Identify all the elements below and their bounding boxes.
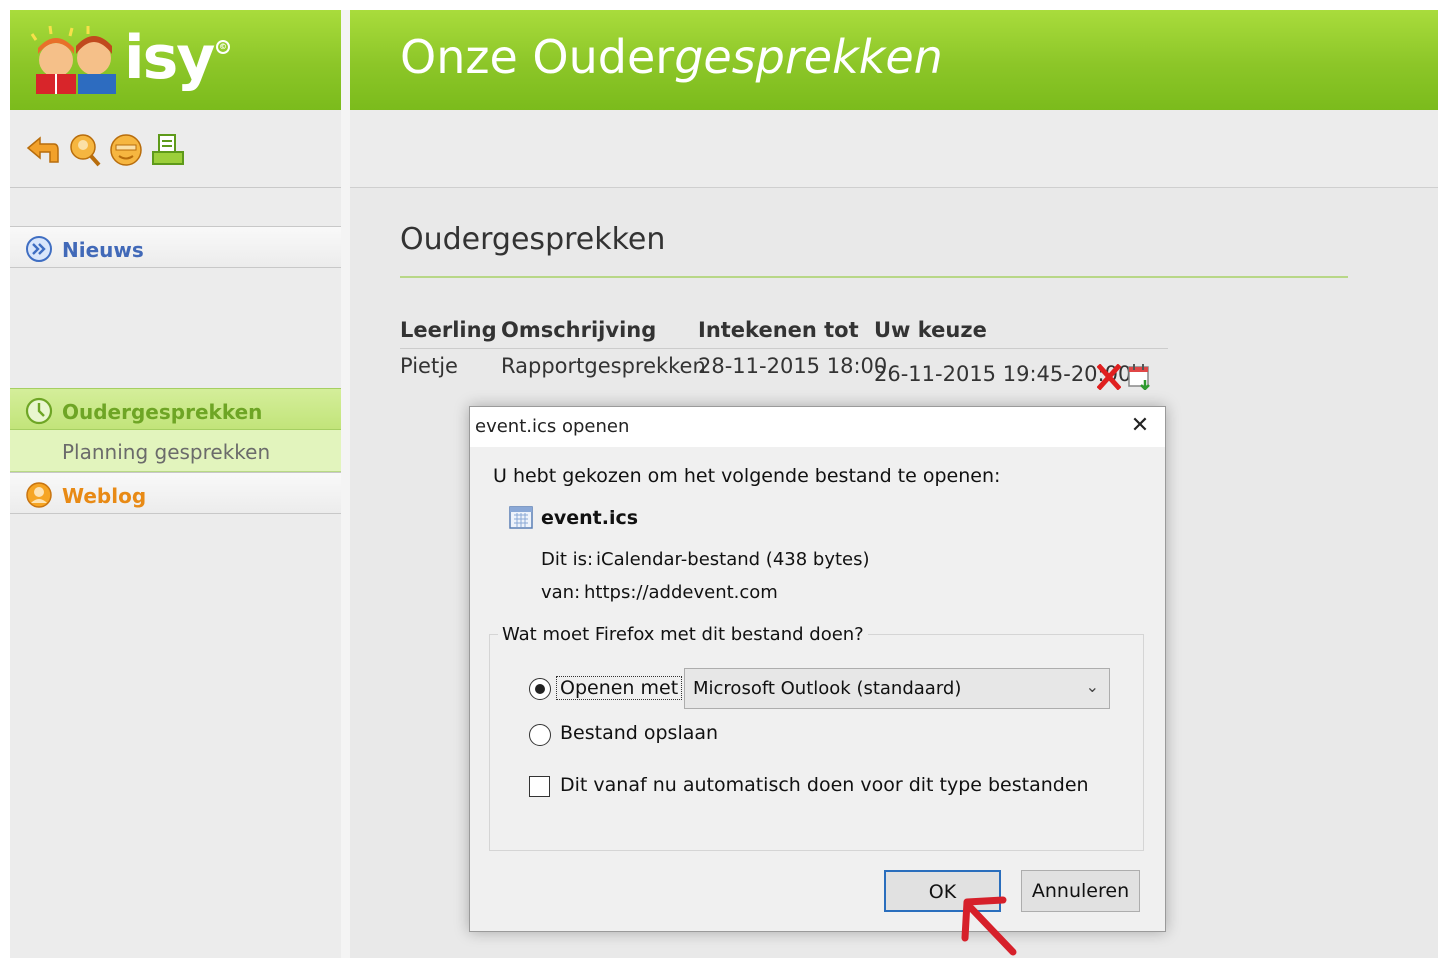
sidebar-item-label: Weblog (62, 484, 147, 508)
cancel-button[interactable]: Annuleren (1021, 870, 1140, 912)
annotation-arrow-icon (961, 896, 1017, 956)
column-divider (341, 10, 350, 958)
page-title-italic: gesprekken (674, 30, 943, 84)
table-header-divider (400, 348, 1168, 349)
close-icon[interactable]: ✕ (1127, 413, 1153, 439)
file-source-label: van: (541, 582, 581, 603)
dialog-intro: U hebt gekozen om het volgende bestand t… (493, 465, 1001, 487)
smiley-icon[interactable] (108, 132, 144, 168)
sidebar: isy © Nieuws Oudergesprekken Planning ge… (10, 10, 341, 958)
action-question: Wat moet Firefox met dit bestand doen? (498, 624, 868, 645)
dialog-titlebar: event.ics openen ✕ (470, 407, 1165, 447)
header-subbar (350, 110, 1438, 188)
column-header-omschrijving: Omschrijving (501, 318, 657, 342)
search-person-icon[interactable] (66, 132, 102, 168)
sidebar-item-label: Nieuws (62, 238, 144, 262)
section-divider (400, 276, 1348, 278)
save-file-radio[interactable] (529, 724, 551, 746)
open-with-radio[interactable] (529, 678, 551, 700)
application-select-value: Microsoft Outlook (standaard) (693, 678, 962, 699)
sidebar-subitem-label: Planning gesprekken (62, 440, 271, 464)
column-header-intekenen-tot: Intekenen tot (698, 318, 859, 342)
sidebar-toolbar (10, 110, 341, 188)
page-title: Onze Oudergesprekken (400, 30, 943, 84)
calendar-add-icon[interactable] (1127, 362, 1153, 390)
person-icon (26, 482, 52, 508)
sidebar-subitem-planning[interactable]: Planning gesprekken (10, 430, 341, 472)
file-source-value: https://addevent.com (584, 582, 778, 603)
copyright-mark: © (216, 40, 230, 54)
file-name: event.ics (541, 507, 639, 529)
calendar-file-icon (509, 506, 533, 529)
news-arrow-icon (26, 236, 52, 262)
page-title-plain: Onze Ouder (400, 30, 675, 84)
sidebar-item-label: Oudergesprekken (62, 400, 263, 424)
column-header-uw-keuze: Uw keuze (874, 318, 987, 342)
clock-icon (25, 397, 53, 425)
delete-icon[interactable] (1097, 364, 1121, 390)
back-arrow-icon[interactable] (24, 132, 60, 168)
auto-checkbox-label[interactable]: Dit vanaf nu automatisch doen voor dit t… (560, 774, 1089, 796)
chevron-down-icon: ⌄ (1085, 677, 1099, 696)
sidebar-item-weblog[interactable]: Weblog (10, 472, 341, 514)
sidebar-item-nieuws[interactable]: Nieuws (10, 226, 341, 268)
file-type-label: Dit is: (541, 549, 594, 570)
logo-bar: isy © (10, 10, 341, 110)
sidebar-item-oudergesprekken[interactable]: Oudergesprekken (10, 388, 341, 430)
application-select[interactable]: Microsoft Outlook (standaard) ⌄ (684, 668, 1110, 709)
section-title: Oudergesprekken (400, 222, 666, 257)
file-type-value: iCalendar-bestand (438 bytes) (596, 549, 870, 570)
cell-omschrijving: Rapportgesprekken (501, 354, 706, 378)
auto-checkbox[interactable] (529, 776, 550, 797)
print-icon[interactable] (150, 132, 186, 168)
open-with-label[interactable]: Openen met (556, 676, 683, 700)
column-header-leerling: Leerling (400, 318, 497, 342)
open-file-dialog: event.ics openen ✕ U hebt gekozen om het… (469, 406, 1166, 932)
page-header: Onze Oudergesprekken (350, 10, 1438, 110)
cell-uw-keuze: 26-11-2015 19:45-20:00 (874, 362, 1132, 386)
logo-kids-icon (30, 25, 116, 94)
cell-intekenen-tot: 28-11-2015 18:00 (698, 354, 888, 378)
save-file-label[interactable]: Bestand opslaan (560, 722, 718, 744)
dialog-title: event.ics openen (475, 416, 630, 437)
logo-text: isy (124, 23, 215, 93)
cell-leerling: Pietje (400, 354, 458, 378)
